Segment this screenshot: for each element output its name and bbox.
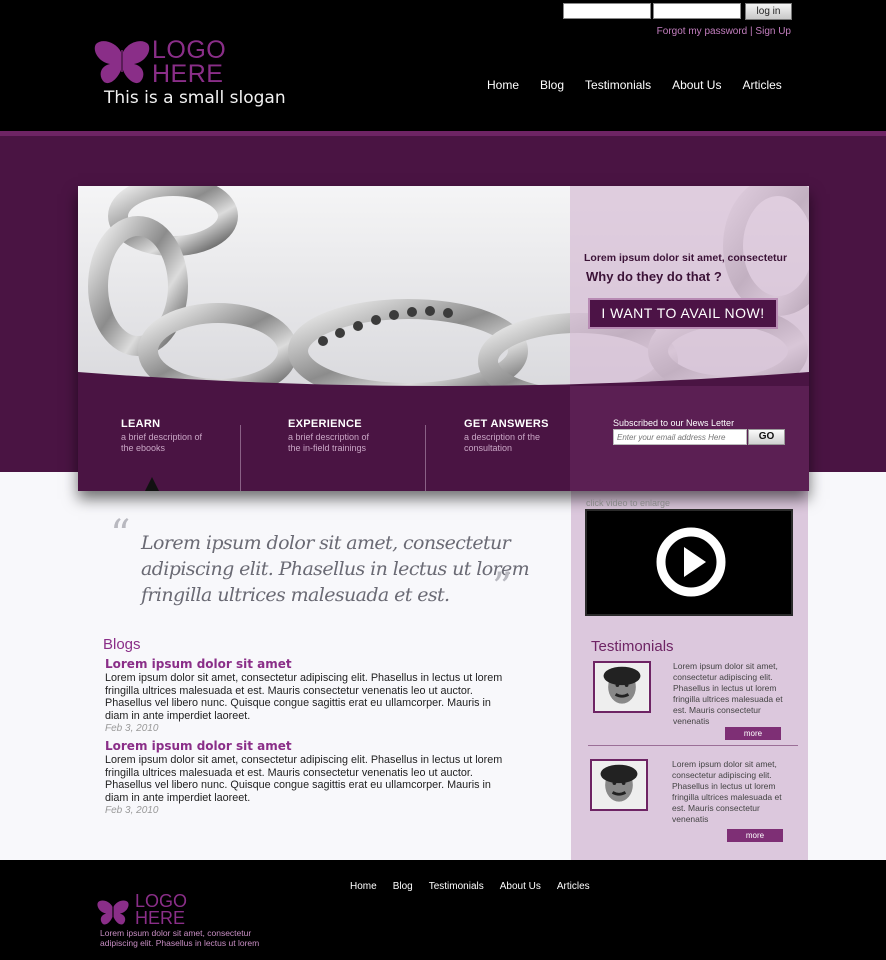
feature-divider <box>425 425 426 491</box>
blog-post-date: Feb 3, 2010 <box>105 805 159 816</box>
login-links-separator: | <box>750 26 753 37</box>
footer-logo[interactable]: LOGO HERE <box>97 892 227 933</box>
footer-nav: Home Blog Testimonials About Us Articles <box>350 881 606 892</box>
avatar <box>593 661 651 713</box>
blog-post-date: Feb 3, 2010 <box>105 723 159 734</box>
play-icon[interactable] <box>655 526 727 598</box>
blog-post-title[interactable]: Lorem ipsum dolor sit amet <box>105 739 505 753</box>
page: log in Forgot my password | Sign Up LOGO… <box>0 0 886 960</box>
password-input[interactable] <box>653 3 741 19</box>
footer-nav-blog[interactable]: Blog <box>393 881 413 892</box>
blog-post-title[interactable]: Lorem ipsum dolor sit amet <box>105 657 505 671</box>
nav-about-us[interactable]: About Us <box>672 78 721 92</box>
testimonial-more-button[interactable]: more <box>727 829 783 842</box>
main-nav: Home Blog Testimonials About Us Articles <box>487 78 803 92</box>
hero-headline: Lorem ipsum dolor sit amet, consectetur <box>584 252 788 264</box>
feature-get-answers[interactable]: GET ANSWERS a description of the consulta… <box>464 418 549 454</box>
feature-divider <box>240 425 241 491</box>
slogan: This is a small slogan <box>104 88 286 108</box>
quote-open-mark: “ <box>110 512 131 558</box>
butterfly-icon <box>97 900 129 925</box>
video-player[interactable] <box>585 509 793 616</box>
feature-title: LEARN <box>121 418 161 430</box>
footer-nav-about-us[interactable]: About Us <box>500 881 541 892</box>
testimonial-more-button[interactable]: more <box>725 727 781 740</box>
logo-line-1: LOGO <box>152 36 227 64</box>
nav-home[interactable]: Home <box>487 78 519 92</box>
feature-title: GET ANSWERS <box>464 418 549 430</box>
feature-desc: a brief description of the in-field train… <box>288 432 370 453</box>
newsletter-label: Subscribed to our News Letter <box>613 418 735 428</box>
footer-nav-articles[interactable]: Articles <box>557 881 590 892</box>
butterfly-icon <box>94 41 150 84</box>
footer-logo-line-2: HERE <box>135 908 186 928</box>
feature-desc: a description of the consultation <box>464 432 541 453</box>
footer-text: Lorem ipsum dolor sit amet, consectetur … <box>100 928 260 948</box>
username-input[interactable] <box>563 3 651 19</box>
nav-testimonials[interactable]: Testimonials <box>585 78 651 92</box>
blog-post: Lorem ipsum dolor sit amet Lorem ipsum d… <box>105 657 505 734</box>
quote-text: Lorem ipsum dolor sit amet, consectetur … <box>141 532 530 606</box>
forgot-password-link[interactable]: Forgot my password <box>657 26 748 37</box>
feature-desc: a brief description of the ebooks <box>121 432 203 453</box>
footer-nav-testimonials[interactable]: Testimonials <box>429 881 484 892</box>
newsletter-email-input[interactable] <box>613 429 747 445</box>
logo-line-2: HERE <box>152 60 224 88</box>
testimonial-text: Lorem ipsum dolor sit amet, consectetur … <box>673 661 783 726</box>
blogs-heading: Blogs <box>103 636 141 653</box>
blog-post-body: Lorem ipsum dolor sit amet, consectetur … <box>105 672 503 722</box>
hero-banner: Lorem ipsum dolor sit amet, consectetur … <box>78 186 809 491</box>
active-feature-pointer <box>145 477 159 491</box>
footer-logo-text: LOGO HERE <box>135 892 187 928</box>
signup-link[interactable]: Sign Up <box>755 26 791 37</box>
avatar <box>590 759 648 811</box>
logo-text: LOGO HERE <box>152 36 227 88</box>
avail-now-button[interactable]: I WANT TO AVAIL NOW! <box>588 298 778 329</box>
newsletter-go-button[interactable]: GO <box>748 429 785 445</box>
testimonial-text: Lorem ipsum dolor sit amet, consectetur … <box>672 759 782 824</box>
login-button[interactable]: log in <box>745 3 792 20</box>
blog-post-body: Lorem ipsum dolor sit amet, consectetur … <box>105 754 503 804</box>
feature-learn[interactable]: LEARN a brief description of the ebooks <box>121 418 202 454</box>
hero-overlay <box>570 186 809 401</box>
nav-blog[interactable]: Blog <box>540 78 564 92</box>
testimonial-divider <box>588 745 798 746</box>
feature-title: EXPERIENCE <box>288 418 362 430</box>
video-caption: click video to enlarge <box>586 498 671 508</box>
nav-articles[interactable]: Articles <box>742 78 781 92</box>
footer-nav-home[interactable]: Home <box>350 881 377 892</box>
blog-post: Lorem ipsum dolor sit amet Lorem ipsum d… <box>105 739 505 816</box>
quote-close-mark: ” <box>492 565 513 611</box>
feature-experience[interactable]: EXPERIENCE a brief description of the in-… <box>288 418 369 454</box>
testimonials-heading: Testimonials <box>591 638 674 655</box>
hero-question: Why do they do that ? <box>586 269 722 284</box>
login-links: Forgot my password | Sign Up <box>657 26 791 37</box>
